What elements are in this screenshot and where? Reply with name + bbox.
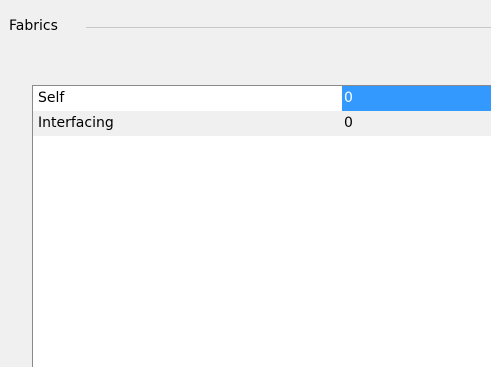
table-row[interactable]: Self 0 bbox=[33, 86, 491, 111]
row-name-self[interactable]: Self bbox=[33, 86, 342, 111]
groupbox-title: Fabrics bbox=[9, 16, 60, 36]
row-value-interfacing[interactable]: 0 bbox=[342, 111, 491, 136]
groupbox-border-line bbox=[86, 27, 491, 28]
fabrics-groupbox: Fabrics Self 0 Interfacing 0 bbox=[0, 0, 491, 367]
fabrics-property-grid[interactable]: Self 0 Interfacing 0 bbox=[32, 85, 491, 367]
table-row[interactable]: Interfacing 0 bbox=[33, 111, 491, 136]
row-name-interfacing[interactable]: Interfacing bbox=[33, 111, 342, 136]
row-value-self[interactable]: 0 bbox=[342, 86, 491, 111]
